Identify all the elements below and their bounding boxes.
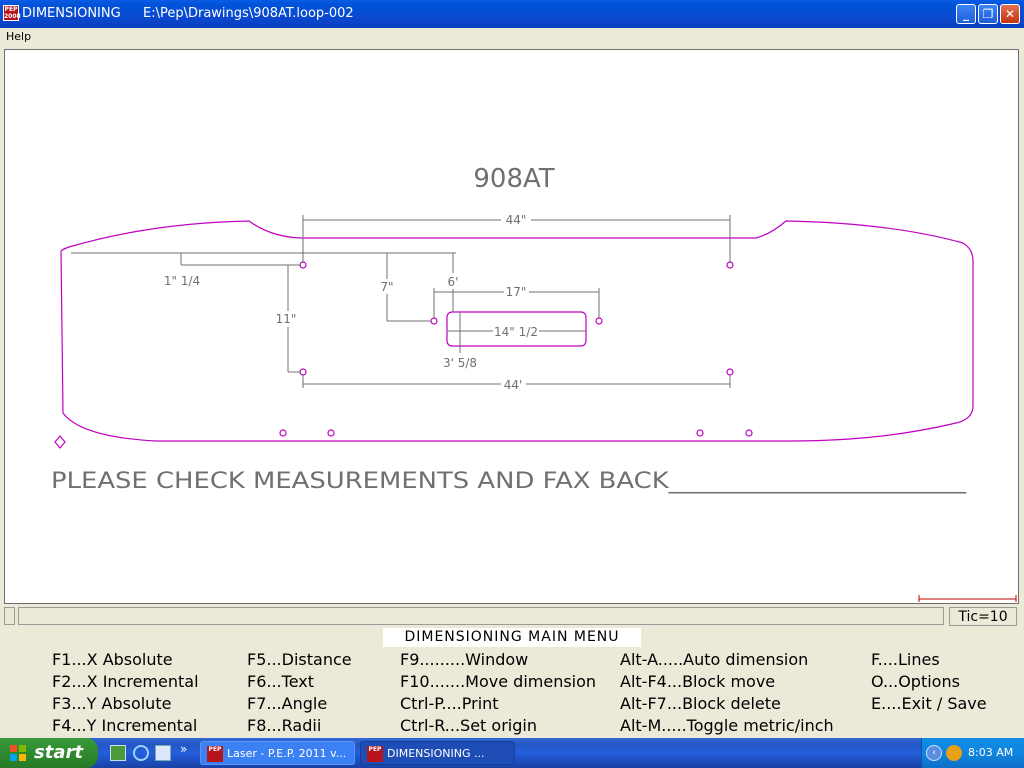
pep-task-icon: PEP bbox=[207, 746, 223, 762]
menu-key-f4[interactable]: F4...Y Incremental bbox=[52, 716, 197, 735]
menu-bar: Help bbox=[0, 28, 1024, 47]
taskbar: start » PEP Laser - P.E.P. 2011 v... PEP… bbox=[0, 738, 1024, 768]
start-label: start bbox=[34, 742, 83, 763]
menu-help[interactable]: Help bbox=[6, 30, 31, 43]
menu-key-f-lines[interactable]: F....Lines bbox=[871, 650, 940, 669]
task-dimensioning[interactable]: PEP DIMENSIONING ... bbox=[360, 741, 515, 765]
status-panel-message bbox=[18, 607, 944, 625]
window-title: DIMENSIONING bbox=[22, 6, 121, 21]
dim-slot-height: 3' 5/8 bbox=[443, 356, 477, 370]
task-dimensioning-label: DIMENSIONING ... bbox=[387, 747, 485, 760]
pep-task-icon: PEP bbox=[367, 746, 383, 762]
minimize-button[interactable]: _ bbox=[956, 4, 976, 24]
menu-key-alt-f7[interactable]: Alt-F7...Block delete bbox=[620, 694, 781, 713]
part-title: 908AT bbox=[473, 164, 554, 194]
menu-key-f5[interactable]: F5...Distance bbox=[247, 650, 352, 669]
menu-key-f1[interactable]: F1...X Absolute bbox=[52, 650, 173, 669]
restore-button[interactable]: ❐ bbox=[978, 4, 998, 24]
tray-expand-icon[interactable]: ‹ bbox=[926, 745, 942, 761]
task-laser-label: Laser - P.E.P. 2011 v... bbox=[227, 747, 347, 760]
dim-slot-spacing: 17" bbox=[506, 285, 527, 299]
dim-vertical-6: 6' bbox=[448, 275, 459, 289]
file-path: E:\Pep\Drawings\908AT.loop-002 bbox=[143, 6, 354, 21]
menu-key-alt-f4[interactable]: Alt-F4...Block move bbox=[620, 672, 775, 691]
task-laser[interactable]: PEP Laser - P.E.P. 2011 v... bbox=[200, 741, 355, 765]
fax-note: PLEASE CHECK MEASUREMENTS AND FAX BACK__… bbox=[51, 469, 967, 494]
start-button[interactable]: start bbox=[0, 738, 98, 768]
hole bbox=[327, 429, 335, 437]
menu-key-e-exit[interactable]: E....Exit / Save bbox=[871, 694, 987, 713]
menu-key-f3[interactable]: F3...Y Absolute bbox=[52, 694, 171, 713]
menu-key-f10[interactable]: F10.......Move dimension bbox=[400, 672, 596, 691]
pep-app-icon[interactable]: PEP 2008 bbox=[3, 5, 21, 21]
dim-slot-length: 14" 1/2 bbox=[494, 325, 538, 339]
dim-top-width: 44" bbox=[506, 213, 527, 227]
tic-readout: Tic=10 bbox=[949, 607, 1017, 626]
close-icon: ✕ bbox=[1004, 7, 1016, 21]
tray-app-icon[interactable] bbox=[946, 745, 962, 761]
hole bbox=[595, 317, 603, 325]
origin-marker bbox=[54, 435, 66, 449]
main-menu-title: DIMENSIONING MAIN MENU bbox=[383, 628, 641, 647]
outlook-icon[interactable] bbox=[155, 745, 171, 761]
menu-key-f6[interactable]: F6...Text bbox=[247, 672, 314, 691]
hole bbox=[279, 429, 287, 437]
dim-vertical-11: 11" bbox=[276, 312, 297, 326]
menu-key-alt-m[interactable]: Alt-M.....Toggle metric/inch bbox=[620, 716, 834, 735]
quicklaunch-app-icon[interactable] bbox=[110, 745, 126, 761]
title-bar: PEP 2008 DIMENSIONING E:\Pep\Drawings\90… bbox=[0, 0, 1024, 28]
menu-key-alt-a[interactable]: Alt-A.....Auto dimension bbox=[620, 650, 808, 669]
hole bbox=[745, 429, 753, 437]
windows-logo-icon bbox=[10, 745, 26, 761]
menu-key-f2[interactable]: F2...X Incremental bbox=[52, 672, 199, 691]
restore-icon: ❐ bbox=[982, 7, 994, 21]
drawing-canvas[interactable]: 908AT 44" 1" 1/4 7" 11" 6' 17" 14" 1/2 3… bbox=[4, 49, 1019, 604]
status-bar: Tic=10 bbox=[4, 607, 1019, 627]
clock: 8:03 AM bbox=[968, 746, 1014, 759]
internet-explorer-icon[interactable] bbox=[133, 745, 149, 761]
dim-bottom-width: 44' bbox=[504, 378, 523, 392]
dim-offset-left: 1" 1/4 bbox=[164, 274, 200, 288]
menu-key-f7[interactable]: F7...Angle bbox=[247, 694, 327, 713]
menu-key-f9[interactable]: F9.........Window bbox=[400, 650, 528, 669]
hole bbox=[696, 429, 704, 437]
minimize-icon: _ bbox=[963, 7, 969, 21]
drawing-svg[interactable]: 908AT 44" 1" 1/4 7" 11" 6' 17" 14" 1/2 3… bbox=[5, 50, 1018, 603]
hole bbox=[430, 317, 438, 325]
menu-key-f8[interactable]: F8...Radii bbox=[247, 716, 321, 735]
menu-key-ctrl-p[interactable]: Ctrl-P....Print bbox=[400, 694, 499, 713]
menu-key-o-options[interactable]: O...Options bbox=[871, 672, 960, 691]
menu-key-ctrl-r[interactable]: Ctrl-R...Set origin bbox=[400, 716, 537, 735]
system-tray: ‹ 8:03 AM bbox=[921, 738, 1024, 768]
quicklaunch-more-icon[interactable]: » bbox=[180, 742, 187, 756]
status-panel-left bbox=[4, 607, 15, 625]
close-button[interactable]: ✕ bbox=[1000, 4, 1020, 24]
dim-vertical-7: 7" bbox=[380, 280, 393, 294]
